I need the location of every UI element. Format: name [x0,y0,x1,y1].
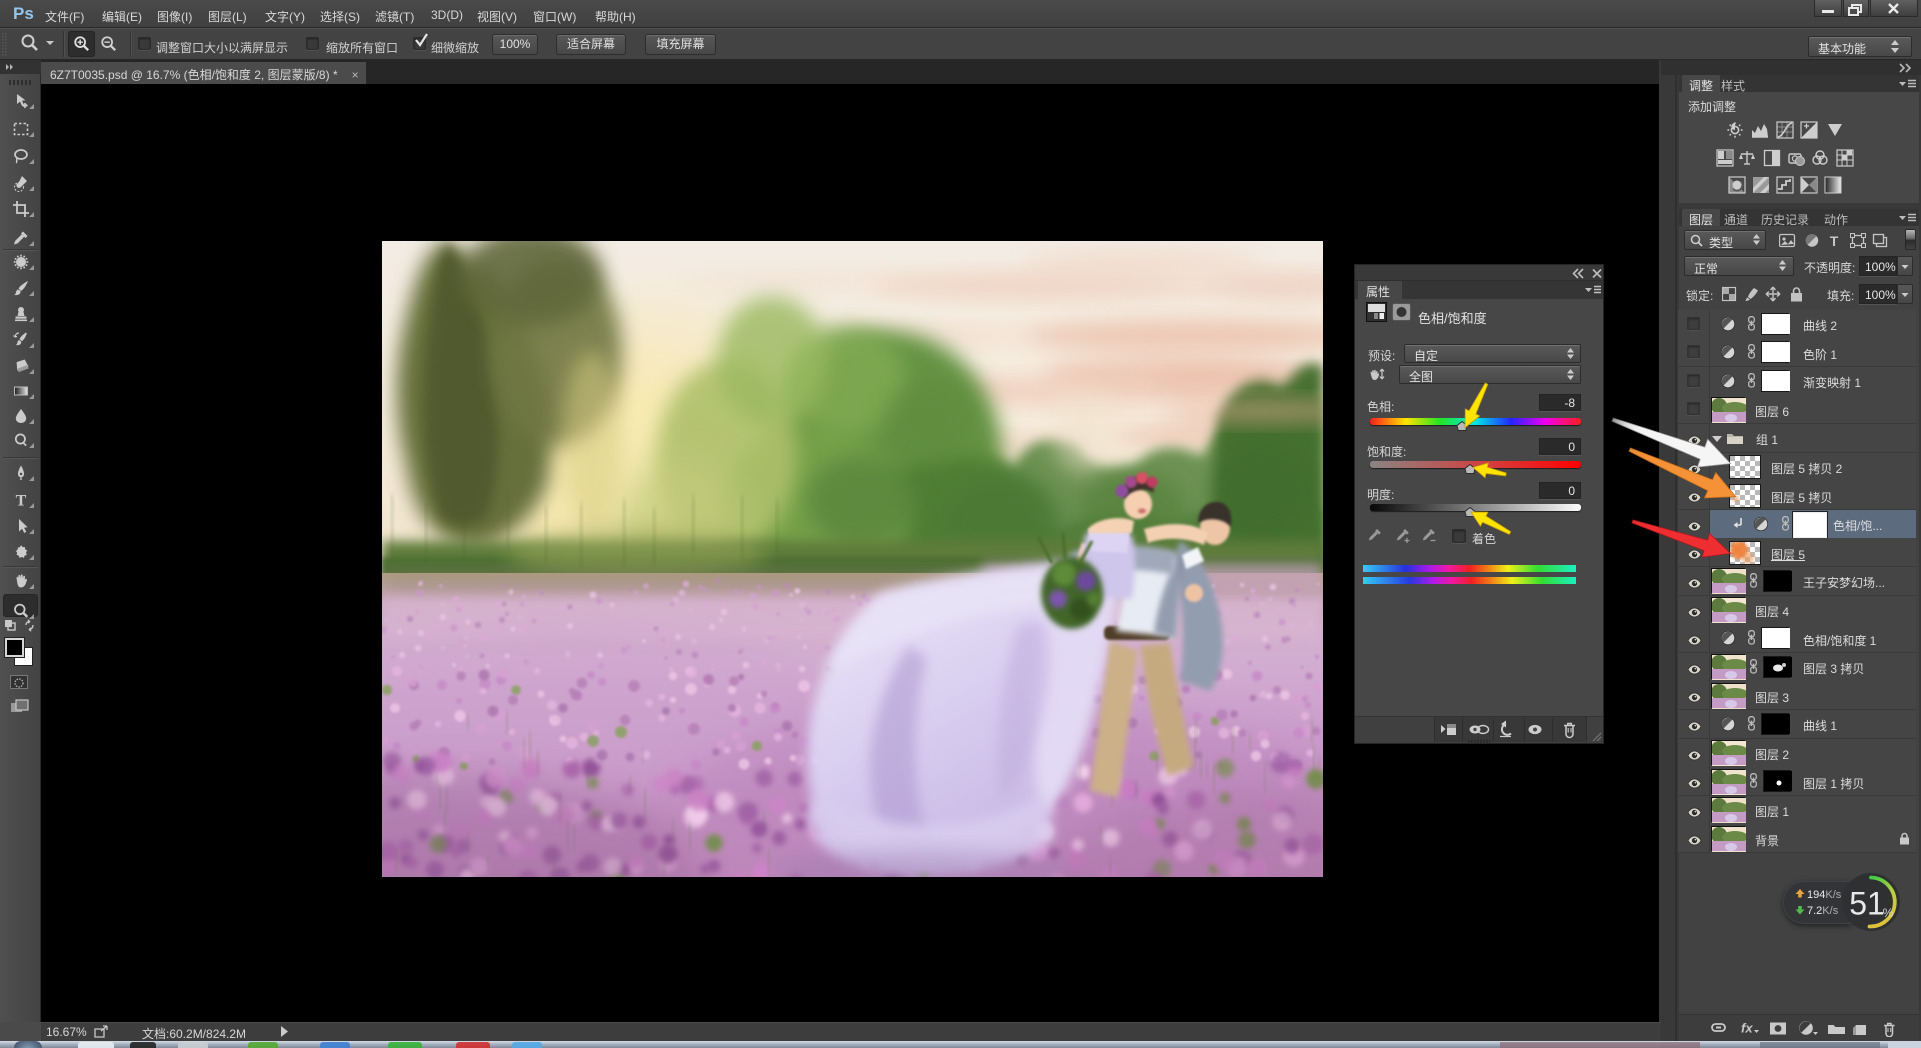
svg-text:fx: fx [1741,1021,1753,1036]
svg-text:T: T [1830,233,1839,249]
svg-text:T: T [16,493,27,510]
svg-text:51: 51 [1849,886,1885,922]
svg-text:%: % [1883,906,1894,920]
